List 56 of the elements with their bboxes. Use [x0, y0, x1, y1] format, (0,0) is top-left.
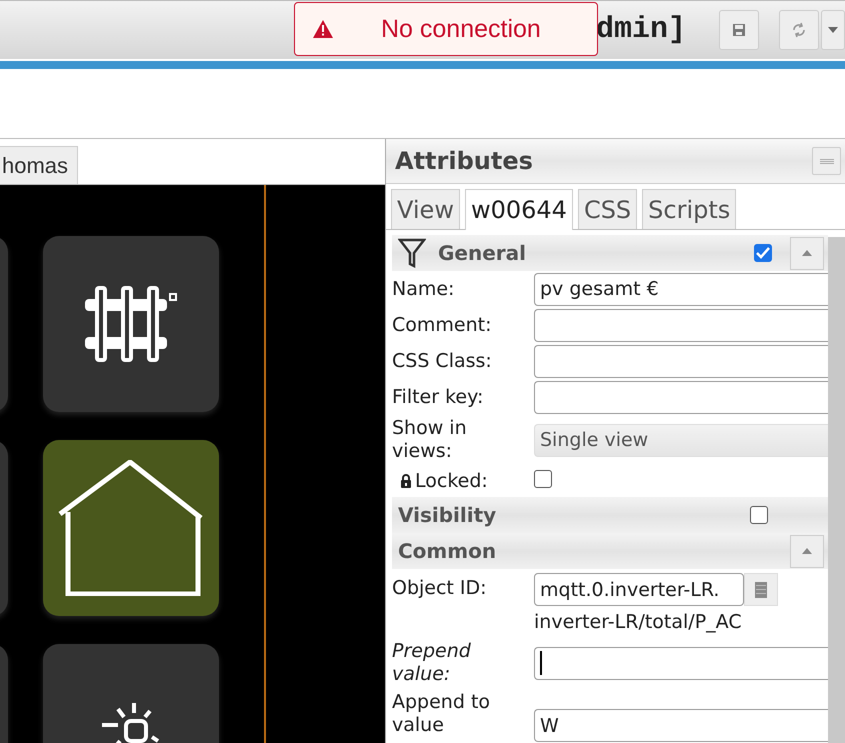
input-field[interactable]: [534, 308, 828, 342]
input-field[interactable]: pv gesamt €: [534, 272, 828, 306]
grip-icon: [820, 158, 834, 164]
field-label: Comment:: [392, 314, 492, 336]
object-id-field[interactable]: mqtt.0.inverter-LR.: [534, 573, 744, 606]
widget-tile[interactable]: [43, 440, 219, 616]
widget-tile[interactable]: [43, 236, 219, 412]
collapse-button[interactable]: [790, 236, 824, 270]
sync-button[interactable]: [779, 10, 819, 50]
collapse-button[interactable]: [790, 534, 824, 568]
field-label: CSS Class:: [392, 350, 492, 372]
section-checkbox[interactable]: [750, 506, 768, 524]
input-field[interactable]: [534, 344, 828, 378]
save-button[interactable]: [719, 10, 759, 50]
attribute-tab[interactable]: w00644: [464, 189, 573, 230]
app-title: dmin]: [596, 13, 688, 47]
caret-icon: [828, 27, 838, 33]
toast-message: No connection: [381, 14, 541, 44]
locked-checkbox[interactable]: [534, 470, 552, 488]
field-label: Prepend value:: [392, 640, 472, 686]
object-path: inverter-LR/total/P_AC: [534, 611, 743, 633]
radiator-icon: [85, 286, 177, 362]
attribute-tab[interactable]: CSS: [578, 189, 638, 229]
attribute-tab[interactable]: Scripts: [642, 189, 736, 229]
warning-icon: [313, 20, 333, 38]
section-checkbox[interactable]: [754, 244, 772, 262]
field-label: Append to value: [392, 691, 492, 737]
field-label: Name:: [392, 278, 454, 300]
panel-title: Attributes: [395, 147, 533, 175]
caret-icon: [802, 548, 812, 554]
grip-button[interactable]: [812, 147, 841, 175]
scrollbar[interactable]: [828, 237, 845, 743]
section-header[interactable]: General: [392, 235, 828, 271]
field-label: Locked:: [415, 470, 488, 492]
list-icon: [755, 582, 767, 598]
field-label: Show in views:: [392, 417, 468, 463]
section-title: Common: [398, 539, 496, 563]
section-title: General: [438, 241, 526, 265]
attribute-tab[interactable]: View: [391, 189, 460, 229]
input-field[interactable]: [534, 380, 828, 414]
caret-icon: [802, 250, 812, 256]
field-label: Object ID:: [392, 577, 487, 600]
save-icon: [731, 22, 747, 38]
select-object-button[interactable]: [744, 573, 778, 606]
section-title: Visibility: [398, 503, 496, 527]
section-header[interactable]: Visibility: [392, 497, 828, 533]
page-tab[interactable]: homas: [0, 146, 78, 184]
lock-icon: [400, 474, 412, 488]
input-field[interactable]: W: [534, 709, 828, 742]
section-header[interactable]: Common: [392, 533, 828, 569]
input-field[interactable]: [534, 646, 828, 680]
dropdown-button[interactable]: [821, 10, 845, 50]
sync-icon: [790, 21, 808, 39]
field-label: Filter key:: [392, 386, 484, 408]
views-select[interactable]: Single view: [534, 424, 828, 456]
house-icon: [58, 460, 204, 596]
